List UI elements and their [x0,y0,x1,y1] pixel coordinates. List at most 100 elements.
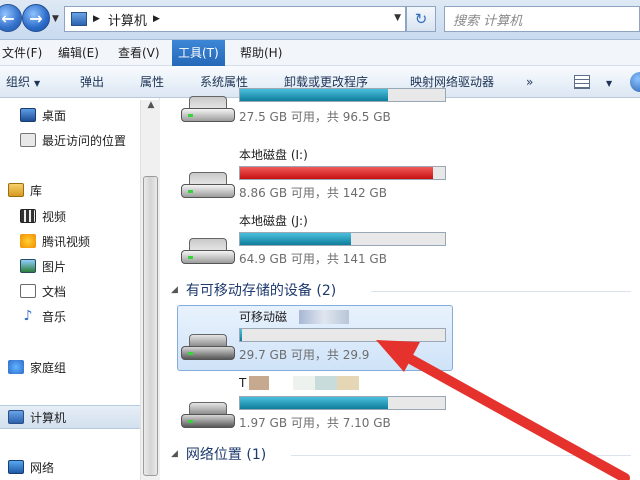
sidebar-item-label: 桌面 [42,108,67,123]
drive-size-text: 8.86 GB 可用，共 142 GB [239,186,387,200]
drive-usage-fill [240,233,351,245]
drive-usage-fill [240,167,433,179]
breadcrumb-computer[interactable]: 计算机 [108,10,147,29]
group-divider [371,291,631,292]
organize-button[interactable]: 组织 ▼ [6,66,40,98]
video-icon [20,209,36,223]
refresh-button[interactable]: ↻ [406,6,436,32]
drive-size-text: 64.9 GB 可用，共 141 GB [239,252,387,266]
search-placeholder: 搜索 计算机 [453,13,523,29]
collapse-triangle-icon[interactable]: ◢ [171,285,178,295]
drive-item-removable-2[interactable]: T 1.97 GB 可用，共 7.10 GB [181,376,451,436]
menu-bar: 文件(F) 编辑(E) 查看(V) 工具(T) 帮助(H) [0,40,640,66]
pictures-icon [20,259,36,273]
removable-drive-icon [181,402,235,428]
blurred-region [249,376,359,390]
sidebar-item-label: 音乐 [42,309,67,324]
forward-arrow-icon: → [29,8,43,28]
blurred-region [299,310,349,324]
drive-item-i[interactable]: 本地磁盘 (I:) 8.86 GB 可用，共 142 GB [181,146,451,206]
sidebar-item-library[interactable]: 库 [8,178,42,202]
content-pane: 27.5 GB 可用，共 96.5 GB 本地磁盘 (I:) 8.86 GB 可… [161,88,640,480]
hard-drive-icon [181,172,235,198]
sidebar-item-label: 最近访问的位置 [42,133,127,148]
collapse-triangle-icon[interactable]: ◢ [171,449,178,459]
sidebar-item-tencent-video[interactable]: 腾讯视频 [20,229,90,253]
hard-drive-icon [181,238,235,264]
hard-drive-icon [181,96,235,122]
computer-icon [8,410,24,424]
sidebar-item-music[interactable]: ♪ 音乐 [20,304,66,328]
sidebar-item-label: 图片 [42,259,67,274]
back-arrow-icon: ← [1,8,15,28]
sidebar-item-documents[interactable]: 文档 [20,279,66,303]
drive-usage-fill [240,89,388,101]
drive-usage-bar [239,88,446,102]
view-dropdown-icon[interactable]: ▼ [602,66,612,98]
eject-button[interactable]: 弹出 [80,66,104,98]
help-icon[interactable] [630,72,640,92]
breadcrumb-separator-icon[interactable]: ▶ [93,14,100,24]
sidebar-item-label: 计算机 [30,410,67,425]
drive-usage-fill [240,329,243,341]
sidebar-item-label: 视频 [42,209,67,224]
recent-pages-dropdown-icon[interactable]: ▼ [52,14,59,24]
desktop-icon [20,108,36,122]
more-commands-button[interactable]: » [526,66,533,98]
sidebar-item-label: 库 [30,183,43,198]
menu-edit[interactable]: 编辑(E) [52,40,105,66]
sidebar-item-label: 家庭组 [30,360,67,375]
group-title: 网络位置 (1) [185,447,267,463]
drive-item-j[interactable]: 本地磁盘 (J:) 64.9 GB 可用，共 141 GB [181,212,451,272]
menu-tools[interactable]: 工具(T) [172,40,225,66]
drive-usage-fill [240,397,388,409]
sidebar-item-label: 网络 [30,460,55,475]
drive-usage-bar [239,166,446,180]
group-title: 有可移动存储的设备 (2) [185,283,337,299]
drive-size-text: 29.7 GB 可用，共 29.9 [239,348,370,362]
sidebar-item-label: 文档 [42,284,67,299]
sidebar-scrollbar[interactable]: ▲ [140,100,160,480]
sidebar-item-network[interactable]: 网络 [8,455,54,479]
scrollbar-thumb[interactable] [143,176,158,476]
group-header-removable[interactable]: ◢ 有可移动存储的设备 (2) [171,280,336,300]
address-bar[interactable]: ▶ 计算机 ▶ ▼ [64,6,406,32]
navigation-pane: 桌面 最近访问的位置 库 视频 腾讯视频 图片 文档 ♪ 音乐 家庭组 计算机 … [0,98,160,480]
group-header-network[interactable]: ◢ 网络位置 (1) [171,444,266,464]
address-dropdown-icon[interactable]: ▼ [394,13,401,23]
sidebar-item-desktop[interactable]: 桌面 [20,103,66,127]
drive-label: 本地磁盘 (J:) [239,214,308,228]
drive-label: 可移动磁 [239,310,288,324]
address-toolbar: ← → ▼ ▶ 计算机 ▶ ▼ ↻ 搜索 计算机 [0,0,640,40]
refresh-icon: ↻ [414,10,428,28]
removable-drive-icon [181,334,235,360]
sidebar-item-pictures[interactable]: 图片 [20,254,66,278]
back-button[interactable]: ← [0,4,22,32]
scroll-up-arrow-icon[interactable]: ▲ [143,100,159,110]
sidebar-item-homegroup[interactable]: 家庭组 [8,355,66,379]
search-input[interactable]: 搜索 计算机 [444,6,640,32]
breadcrumb-chevron-icon[interactable]: ▶ [153,14,160,24]
drive-size-text: 1.97 GB 可用，共 7.10 GB [239,416,391,430]
network-icon [8,460,24,474]
tencent-video-icon [20,234,36,248]
forward-button[interactable]: → [22,4,50,32]
music-note-icon: ♪ [23,308,33,324]
organize-label: 组织 [6,75,31,89]
recent-places-icon [20,133,36,147]
group-divider [291,455,631,456]
menu-file[interactable]: 文件(F) [0,40,48,66]
menu-view[interactable]: 查看(V) [112,40,166,66]
homegroup-icon [8,360,24,374]
properties-button[interactable]: 属性 [140,66,164,98]
documents-icon [20,284,36,298]
sidebar-item-computer[interactable]: 计算机 [0,405,140,429]
sidebar-item-video[interactable]: 视频 [20,204,66,228]
menu-help[interactable]: 帮助(H) [234,40,288,66]
drive-item-removable-1[interactable]: 可移动磁 29.7 GB 可用，共 29.9 [181,308,451,368]
library-icon [8,183,24,197]
view-options-icon[interactable] [574,75,590,89]
sidebar-item-label: 腾讯视频 [42,234,91,249]
sidebar-item-recent[interactable]: 最近访问的位置 [20,128,126,152]
drive-item-top[interactable]: 27.5 GB 可用，共 96.5 GB [181,88,451,148]
